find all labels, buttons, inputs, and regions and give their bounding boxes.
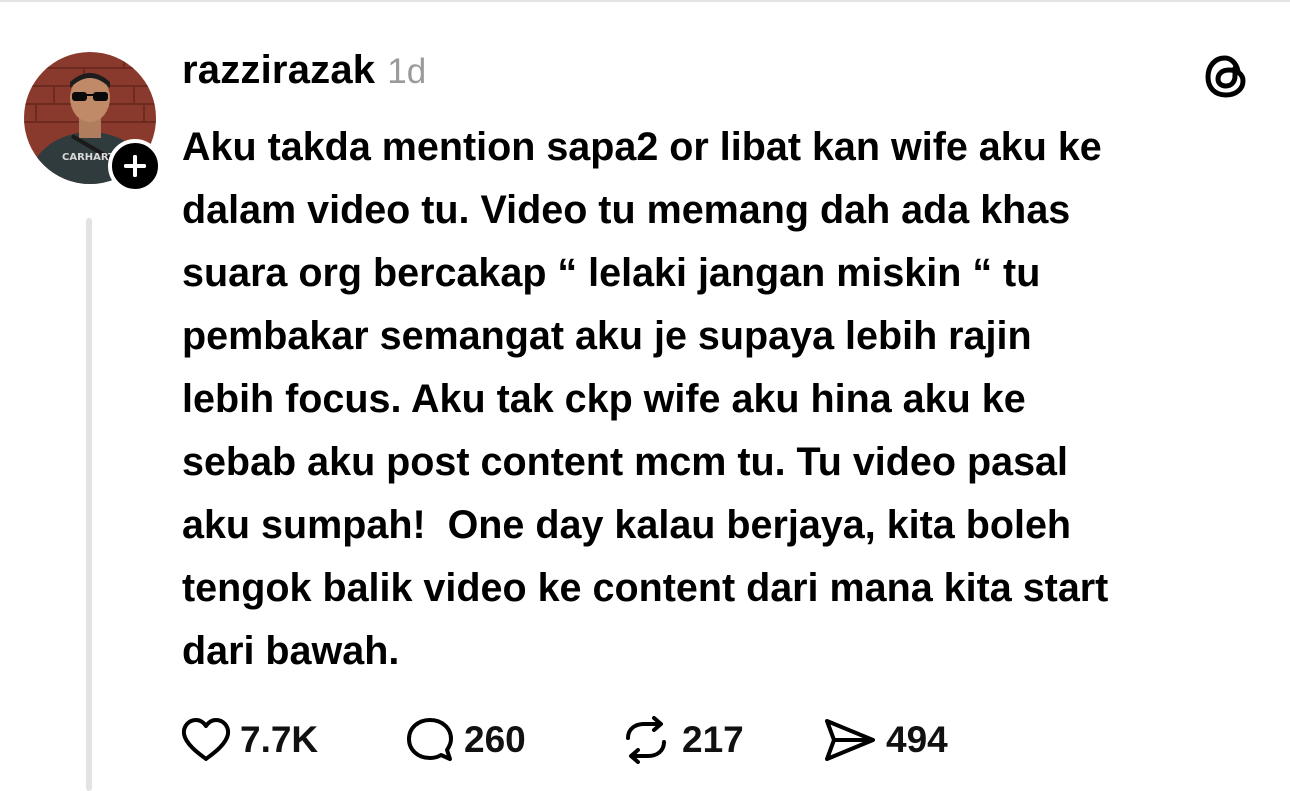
speech-bubble-icon	[407, 718, 453, 761]
post-text-line: dari bawah.	[182, 629, 400, 673]
threads-logo-icon	[1200, 50, 1252, 102]
post-text-line: lebih focus. Aku tak ckp wife aku hina a…	[182, 377, 1026, 421]
heart-icon	[181, 718, 231, 761]
paper-plane-icon	[825, 719, 875, 761]
repost-count: 217	[682, 719, 744, 760]
repost-button[interactable]: 217	[618, 710, 822, 770]
username[interactable]: razzirazak	[182, 48, 375, 93]
post-text-line: pembakar semangat aku je supaya lebih ra…	[182, 314, 1032, 358]
top-divider	[0, 0, 1290, 2]
repost-arrows-icon	[626, 716, 666, 764]
like-button[interactable]: 7.7K	[180, 710, 404, 770]
timestamp: 1d	[387, 52, 427, 91]
post-text-line: sebab aku post content mcm tu. Tu video …	[182, 440, 1068, 484]
reply-count: 260	[464, 719, 526, 760]
post-text-line: aku sumpah! One day kalau berjaya, kita …	[182, 503, 1072, 547]
share-button[interactable]: 494	[822, 710, 982, 770]
thread-line	[86, 218, 92, 791]
follow-button[interactable]	[108, 139, 162, 193]
post-body: Aku takda mention sapa2 or libat kan wif…	[182, 116, 1272, 683]
action-bar: 7.7K 260 217 494	[180, 710, 982, 770]
svg-text:CARHART: CARHART	[62, 152, 115, 163]
post-text-line: suara org bercakap “ lelaki jangan miski…	[182, 251, 1041, 295]
reply-button[interactable]: 260	[404, 710, 618, 770]
post-text-line: Aku takda mention sapa2 or libat kan wif…	[182, 125, 1102, 169]
like-count: 7.7K	[240, 719, 319, 760]
post-text-line: dalam video tu. Video tu memang dah ada …	[182, 188, 1071, 232]
post-text-line: tengok balik video ke content dari mana …	[182, 566, 1109, 610]
share-count: 494	[886, 719, 948, 760]
post-header: razzirazak 1d	[182, 48, 426, 98]
plus-icon	[124, 155, 146, 177]
